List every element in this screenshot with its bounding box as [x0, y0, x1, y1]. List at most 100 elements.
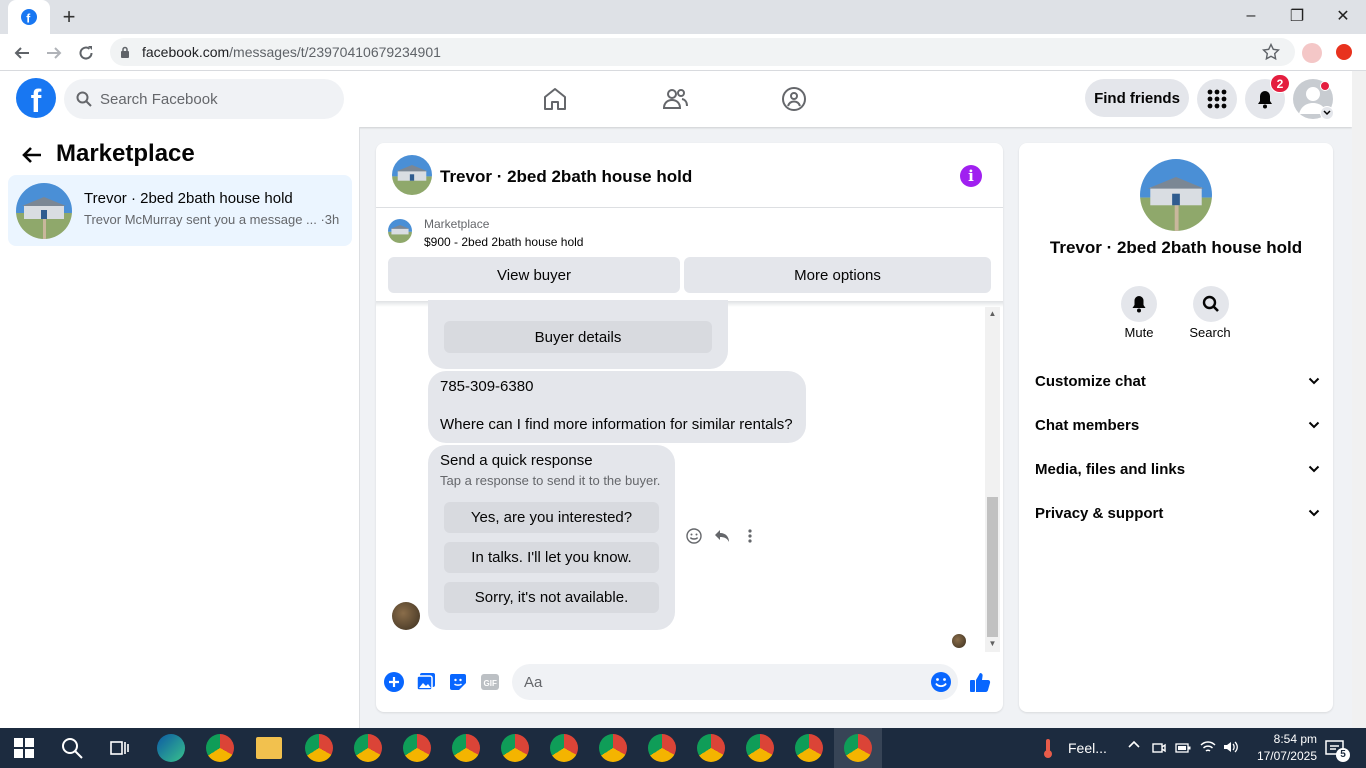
battery-icon[interactable] [1175, 742, 1191, 754]
find-friends-button[interactable]: Find friends [1085, 79, 1189, 117]
home-nav-icon[interactable] [540, 84, 570, 114]
more-actions-icon[interactable] [740, 526, 760, 546]
reload-button[interactable] [73, 40, 99, 66]
conversation-preview: Trevor McMurray sent you a message ... ·… [84, 212, 340, 227]
search-box[interactable] [64, 79, 344, 119]
forward-button[interactable] [41, 40, 67, 66]
chrome-active-icon[interactable] [844, 734, 872, 762]
chat-title[interactable]: Trevor · 2bed 2bath house hold [440, 167, 692, 187]
divider [376, 207, 1003, 208]
emoji-icon[interactable] [930, 671, 952, 693]
windows-start-icon[interactable] [14, 738, 34, 758]
quick-response-button[interactable]: Yes, are you interested? [444, 502, 659, 533]
chat-scroll-thumb[interactable] [987, 497, 998, 637]
weather-text[interactable]: Feel... [1068, 740, 1107, 756]
taskbar-date[interactable]: 17/07/2025 [1245, 749, 1317, 763]
arrow-left-icon [14, 47, 29, 59]
media-files-links-row[interactable]: Media, files and links [1035, 457, 1320, 481]
sticker-icon[interactable] [447, 671, 469, 693]
chrome-profile-icon[interactable] [697, 734, 725, 762]
back-arrow-icon[interactable] [20, 143, 44, 167]
arrow-right-icon [47, 47, 62, 59]
browser-tab-facebook[interactable]: f [8, 0, 50, 34]
listing-price[interactable]: $900 - 2bed 2bath house hold [424, 235, 583, 249]
sender-avatar[interactable] [392, 602, 420, 630]
react-emoji-icon[interactable] [684, 526, 704, 546]
weather-thermometer-icon[interactable] [1038, 737, 1058, 759]
account-alert-dot [1320, 81, 1330, 91]
chrome-profile-icon[interactable] [452, 734, 480, 762]
minimize-button[interactable]: – [1228, 0, 1274, 32]
scroll-down-icon[interactable]: ▼ [987, 639, 998, 649]
quick-response-button[interactable]: In talks. I'll let you know. [444, 542, 659, 573]
search-icon [76, 91, 92, 107]
more-options-button[interactable]: More options [684, 257, 991, 293]
section-label: Media, files and links [1035, 460, 1186, 478]
friends-nav-icon[interactable] [660, 84, 690, 114]
chrome-profile-icon[interactable] [550, 734, 578, 762]
tray-chevron-icon[interactable] [1128, 740, 1140, 748]
chevron-down-icon [1308, 509, 1320, 517]
chrome-profile-icon[interactable] [305, 734, 333, 762]
listing-thumbnail [16, 183, 72, 239]
browser-tab-bar [0, 0, 1366, 34]
url-text[interactable]: facebook.com/messages/t/2397041067923490… [142, 44, 441, 60]
meet-now-icon[interactable] [1152, 741, 1166, 755]
volume-icon[interactable] [1223, 740, 1239, 754]
task-view-icon[interactable] [109, 738, 129, 758]
chrome-profile-icon[interactable] [648, 734, 676, 762]
listing-thumbnail-small [388, 219, 412, 243]
chat-members-row[interactable]: Chat members [1035, 413, 1320, 437]
chat-avatar[interactable] [392, 155, 432, 195]
back-button[interactable] [9, 40, 35, 66]
like-thumb-icon[interactable] [969, 671, 991, 693]
extension-red-icon[interactable] [1336, 44, 1352, 60]
buyer-details-button[interactable]: Buyer details [444, 321, 712, 353]
menu-button[interactable] [1197, 79, 1237, 119]
maximize-button[interactable]: ❐ [1274, 0, 1320, 32]
chrome-profile-icon[interactable] [599, 734, 627, 762]
extension-glasses-icon[interactable] [1302, 43, 1322, 63]
info-icon[interactable]: i [960, 165, 982, 187]
bell-icon [1132, 296, 1146, 313]
scroll-up-icon[interactable]: ▲ [987, 309, 998, 319]
photo-icon[interactable] [415, 671, 437, 693]
page-scrollbar[interactable] [1352, 71, 1366, 728]
gif-icon[interactable]: GIF [479, 671, 501, 693]
search-input[interactable] [100, 90, 320, 108]
chrome-icon[interactable] [206, 734, 234, 762]
chrome-profile-icon[interactable] [403, 734, 431, 762]
close-window-button[interactable]: ✕ [1320, 0, 1366, 32]
chevron-down-icon[interactable] [1320, 106, 1334, 120]
lock-icon[interactable] [120, 46, 130, 58]
bookmark-star-icon[interactable] [1262, 43, 1280, 61]
taskbar-search-icon[interactable] [60, 736, 84, 760]
chrome-profile-icon[interactable] [354, 734, 382, 762]
message-input[interactable] [512, 664, 958, 700]
facebook-logo[interactable]: f [16, 78, 56, 118]
taskbar-time[interactable]: 8:54 pm [1253, 732, 1317, 746]
chrome-profile-icon[interactable] [795, 734, 823, 762]
search-chat-button[interactable] [1193, 286, 1229, 322]
add-attachment-icon[interactable] [383, 671, 405, 693]
privacy-support-row[interactable]: Privacy & support [1035, 501, 1320, 525]
quick-response-subtitle: Tap a response to send it to the buyer. [440, 473, 661, 488]
quick-response-button[interactable]: Sorry, it's not available. [444, 582, 659, 613]
section-label: Privacy & support [1035, 504, 1164, 522]
wifi-icon[interactable] [1200, 740, 1216, 754]
file-explorer-icon[interactable] [256, 737, 282, 759]
chrome-profile-icon[interactable] [501, 734, 529, 762]
view-buyer-button[interactable]: View buyer [388, 257, 680, 293]
chrome-profile-icon[interactable] [746, 734, 774, 762]
url-host: facebook.com [142, 44, 230, 60]
mute-button[interactable] [1121, 286, 1157, 322]
reply-icon[interactable] [712, 526, 732, 546]
action-center-badge: 5 [1336, 748, 1350, 762]
search-icon [1202, 295, 1219, 312]
edge-icon[interactable] [157, 734, 185, 762]
customize-chat-row[interactable]: Customize chat [1035, 369, 1320, 393]
groups-nav-icon[interactable] [779, 84, 809, 114]
conversation-title: Trevor · 2bed 2bath house hold [84, 190, 293, 207]
new-tab-button[interactable]: + [58, 6, 80, 28]
details-avatar[interactable] [1140, 159, 1212, 231]
